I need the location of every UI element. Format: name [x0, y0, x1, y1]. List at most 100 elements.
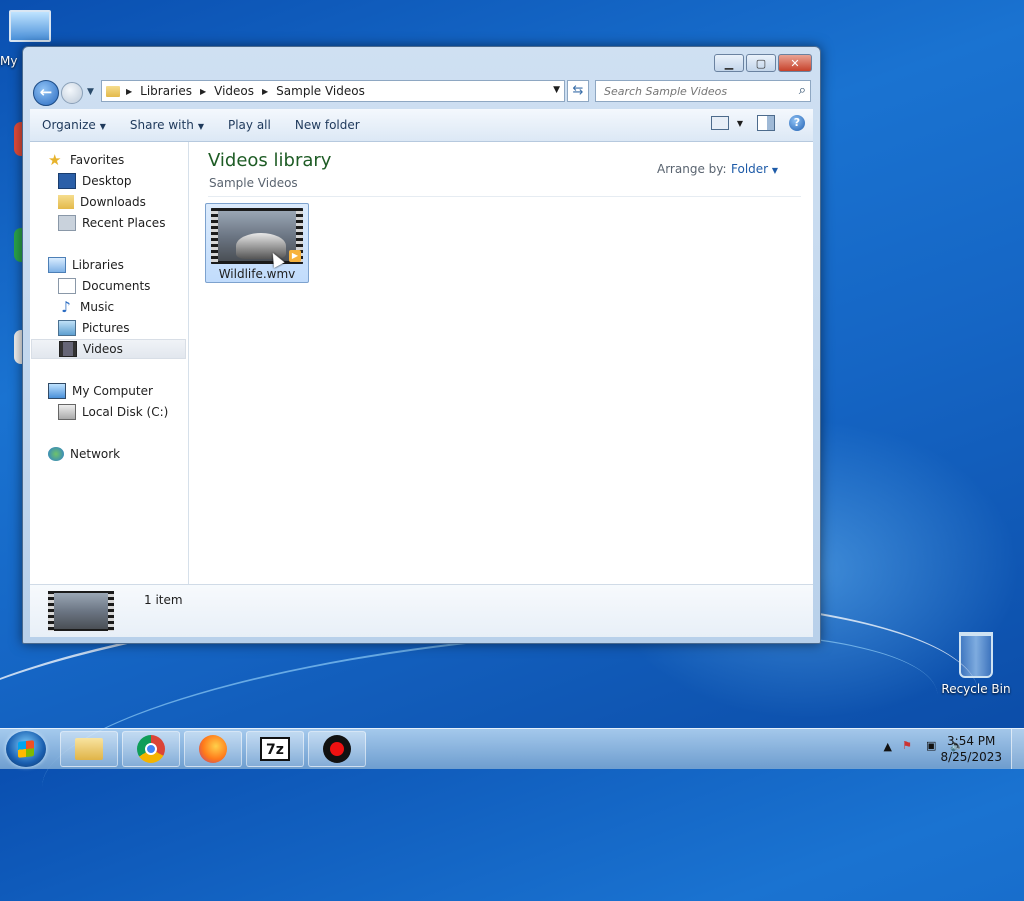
show-desktop-button[interactable] — [1011, 729, 1024, 769]
share-with-label: Share with — [129, 118, 194, 132]
explorer-window: ▁ ▢ ✕ ← ▼ ▶ Libraries ▶ Videos ▶ Sample … — [22, 46, 821, 644]
file-name: Wildlife.wmv — [218, 267, 296, 281]
header-divider — [208, 196, 801, 197]
network-status-icon[interactable]: ▣ — [926, 739, 940, 753]
breadcrumb-libraries[interactable]: Libraries — [140, 84, 192, 98]
desktop-icon — [58, 173, 76, 189]
chevron-down-icon: ▼ — [99, 122, 106, 131]
start-button[interactable] — [6, 731, 46, 767]
file-list-pane: Videos library Sample Videos Arrange by:… — [189, 142, 813, 584]
play-icon: ▶ — [289, 250, 301, 262]
back-button[interactable]: ← — [33, 80, 59, 106]
nav-item-local-disk[interactable]: Local Disk (C:) — [58, 402, 168, 422]
minimize-button[interactable]: ▁ — [714, 54, 744, 72]
nav-item-favorites[interactable]: ★ Favorites — [48, 150, 124, 170]
video-film-icon — [59, 341, 77, 357]
nav-item-recent-places[interactable]: Recent Places — [58, 213, 165, 233]
details-pane: 1 item — [30, 584, 813, 637]
chevron-right-icon[interactable]: ▶ — [200, 87, 206, 96]
breadcrumb-sample-videos[interactable]: Sample Videos — [276, 84, 365, 98]
folder-icon — [106, 85, 120, 97]
nav-label: Favorites — [70, 153, 125, 167]
nav-label: Documents — [82, 279, 151, 293]
nav-item-desktop[interactable]: Desktop — [58, 171, 132, 191]
windows-logo-icon — [18, 740, 34, 758]
explorer-body: ★ Favorites Desktop Downloads Recent Plac… — [30, 142, 813, 584]
chrome-icon — [137, 735, 165, 763]
nav-label: Downloads — [80, 195, 146, 209]
play-all-button[interactable]: Play all — [216, 118, 283, 132]
action-center-flag-icon[interactable]: ⚑ — [902, 739, 916, 753]
new-folder-button[interactable]: New folder — [283, 118, 372, 132]
nav-label: Desktop — [82, 174, 132, 188]
desktop-icon-label: Recycle Bin — [941, 682, 1011, 696]
nav-label: Recent Places — [82, 216, 166, 230]
nav-item-network[interactable]: Network — [48, 444, 120, 464]
change-view-button[interactable]: ▼ — [710, 116, 743, 130]
arrange-by-label: Arrange by: — [657, 162, 727, 176]
arrow-left-icon: ← — [39, 83, 53, 101]
search-icon[interactable]: ⌕ — [799, 83, 806, 98]
nav-label: Music — [80, 300, 115, 314]
nav-item-videos[interactable]: Videos — [31, 339, 186, 359]
chevron-right-icon[interactable]: ▶ — [126, 87, 132, 96]
thumbnail-image — [218, 211, 296, 261]
close-button[interactable]: ✕ — [778, 54, 812, 72]
taskbar-chrome[interactable] — [122, 731, 180, 767]
documents-icon — [58, 278, 76, 294]
refresh-icon: ⇆ — [572, 83, 584, 98]
search-input[interactable] — [602, 84, 786, 99]
taskbar-explorer[interactable] — [60, 731, 118, 767]
file-item[interactable]: ▶ Wildlife.wmv — [205, 203, 309, 283]
chevron-down-icon[interactable]: ▼ — [553, 85, 560, 95]
nav-item-pictures[interactable]: Pictures — [58, 318, 130, 338]
refresh-button[interactable]: ⇆ — [567, 80, 589, 102]
nav-item-my-computer[interactable]: My Computer — [48, 381, 153, 401]
nav-item-downloads[interactable]: Downloads — [58, 192, 146, 212]
taskbar-7zip[interactable]: 7z — [246, 731, 304, 767]
film-strip-icon — [108, 591, 114, 631]
computer-icon — [9, 10, 51, 42]
record-icon — [323, 735, 351, 763]
address-bar[interactable]: ▶ Libraries ▶ Videos ▶ Sample Videos ▼ — [101, 80, 565, 102]
taskbar-firefox[interactable] — [184, 731, 242, 767]
maximize-button[interactable]: ▢ — [746, 54, 776, 72]
arrange-by-dropdown[interactable]: Folder ▼ — [731, 162, 778, 176]
share-with-button[interactable]: Share with ▼ — [118, 118, 216, 132]
breadcrumb-videos[interactable]: Videos — [214, 84, 254, 98]
chevron-down-icon: ▼ — [771, 166, 779, 175]
nav-label: Pictures — [82, 321, 130, 335]
nav-item-music[interactable]: ♪ Music — [58, 297, 114, 317]
chevron-down-icon: ▼ — [197, 122, 204, 131]
nav-label: My Computer — [72, 384, 153, 398]
clock-date: 8/25/2023 — [940, 750, 1002, 764]
preview-pane-icon[interactable] — [757, 115, 775, 131]
thumbnail-image — [54, 593, 108, 629]
library-subtitle: Sample Videos — [209, 176, 298, 190]
nav-item-libraries[interactable]: Libraries — [48, 255, 124, 275]
view-icon — [710, 116, 729, 130]
navigation-row: ← ▼ ▶ Libraries ▶ Videos ▶ Sample Videos… — [31, 79, 812, 106]
chevron-right-icon[interactable]: ▶ — [262, 87, 268, 96]
recent-pages-dropdown[interactable]: ▼ — [87, 87, 94, 97]
view-controls: ▼ ? — [710, 115, 805, 131]
nav-item-documents[interactable]: Documents — [58, 276, 150, 296]
help-icon[interactable]: ? — [789, 115, 805, 131]
forward-button[interactable] — [61, 82, 83, 104]
organize-button[interactable]: Organize ▼ — [30, 118, 118, 132]
chevron-down-icon: ▼ — [736, 118, 743, 128]
libraries-icon — [48, 257, 66, 273]
pictures-icon — [58, 320, 76, 336]
show-hidden-icons-icon[interactable]: ▲ — [884, 740, 892, 753]
organize-label: Organize — [42, 118, 96, 132]
item-count: 1 item — [144, 593, 183, 607]
details-thumbnail — [48, 591, 114, 631]
clock[interactable]: 3:54 PM 8/25/2023 — [940, 733, 1002, 765]
network-icon — [48, 447, 64, 461]
desktop-icon-recycle-bin[interactable]: Recycle Bin — [940, 632, 1012, 696]
recent-places-icon — [58, 215, 76, 231]
taskbar-recorder[interactable] — [308, 731, 366, 767]
folder-icon — [75, 738, 103, 760]
search-box[interactable]: ⌕ — [595, 80, 811, 102]
chevron-down-icon: ▼ — [87, 87, 94, 97]
